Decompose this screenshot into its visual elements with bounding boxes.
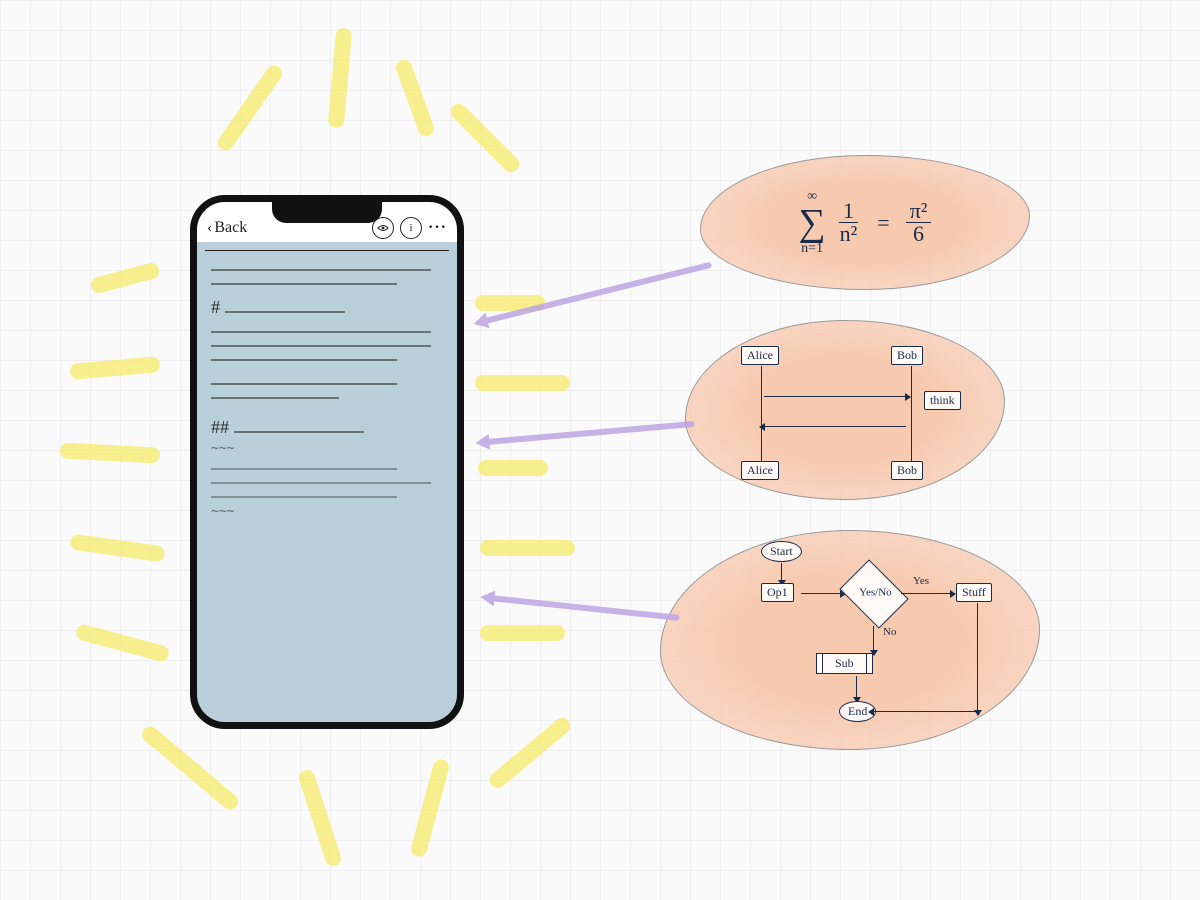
message-arrow bbox=[764, 396, 906, 397]
basel-formula: ∞ ∑ n=1 1 n² = π² 6 bbox=[701, 156, 1029, 289]
flowchart-bubble: Start Op1 Yes/No Yes Stuff No Sub End bbox=[660, 530, 1040, 750]
flow-arrow bbox=[901, 593, 951, 594]
document-content[interactable]: # ## ~~~ ~~~ bbox=[197, 251, 457, 525]
subprocess-node: Sub bbox=[816, 653, 873, 674]
ray bbox=[487, 715, 574, 792]
info-icon[interactable]: i bbox=[400, 217, 422, 239]
text-line bbox=[211, 353, 397, 361]
process-node: Stuff bbox=[956, 583, 992, 602]
participant-box: Alice bbox=[741, 346, 779, 365]
ray bbox=[480, 625, 565, 641]
text-line bbox=[211, 325, 431, 333]
participant-box: Bob bbox=[891, 461, 923, 480]
ray bbox=[480, 540, 575, 556]
connector-arrow bbox=[483, 262, 712, 325]
yes-label: Yes bbox=[913, 575, 929, 587]
equals-sign: = bbox=[871, 210, 895, 236]
ray bbox=[215, 62, 285, 153]
hash-prefix: # bbox=[211, 297, 220, 317]
text-line bbox=[211, 277, 397, 285]
heading-1: # bbox=[211, 297, 443, 319]
no-label: No bbox=[883, 626, 896, 638]
text-line bbox=[211, 377, 397, 385]
connector-arrow bbox=[485, 421, 695, 445]
sigma-icon: ∞ ∑ n=1 bbox=[799, 190, 826, 256]
ray bbox=[475, 375, 570, 391]
code-line bbox=[211, 462, 397, 470]
lifeline bbox=[761, 366, 762, 471]
flow-arrow bbox=[873, 711, 977, 712]
ray bbox=[409, 758, 450, 859]
lifeline bbox=[911, 366, 912, 471]
flow-arrow bbox=[856, 676, 857, 698]
process-node: Op1 bbox=[761, 583, 794, 602]
participant-box: Bob bbox=[891, 346, 923, 365]
code-fence: ~~~ bbox=[211, 441, 443, 456]
code-line bbox=[211, 476, 431, 484]
ray bbox=[89, 261, 161, 295]
code-fence: ~~~ bbox=[211, 504, 443, 519]
participant-box: Alice bbox=[741, 461, 779, 480]
note-box: think bbox=[924, 391, 961, 410]
ray bbox=[60, 442, 161, 463]
heading-text bbox=[225, 305, 345, 313]
sequence-diagram: Alice Bob think Alice Bob bbox=[686, 321, 1004, 499]
rhs-fraction: π² 6 bbox=[906, 200, 932, 245]
formula-bubble: ∞ ∑ n=1 1 n² = π² 6 bbox=[700, 155, 1030, 290]
ray bbox=[478, 460, 548, 476]
text-line bbox=[211, 263, 431, 271]
phone-screen: ‹ Back i ··· # # bbox=[197, 202, 457, 722]
connector-arrow bbox=[490, 595, 680, 621]
ray bbox=[75, 623, 171, 663]
chevron-left-icon: ‹ bbox=[207, 219, 212, 237]
code-line bbox=[211, 490, 397, 498]
back-label: Back bbox=[214, 219, 247, 237]
ray bbox=[394, 58, 436, 139]
more-icon[interactable]: ··· bbox=[428, 219, 447, 237]
decision-node: Yes/No bbox=[839, 559, 908, 628]
flow-arrow bbox=[873, 626, 874, 651]
ray bbox=[69, 356, 160, 380]
lhs-fraction: 1 n² bbox=[836, 200, 862, 245]
ray bbox=[328, 27, 353, 128]
heading-2: ## bbox=[211, 417, 443, 439]
start-node: Start bbox=[761, 541, 802, 562]
message-arrow bbox=[764, 426, 906, 427]
flow-arrow bbox=[781, 563, 782, 581]
back-button[interactable]: ‹ Back bbox=[207, 219, 247, 237]
flow-arrow bbox=[977, 603, 978, 711]
sequence-bubble: Alice Bob think Alice Bob bbox=[685, 320, 1005, 500]
heading-text bbox=[234, 425, 364, 433]
ray bbox=[297, 768, 343, 868]
flow-arrow bbox=[801, 593, 841, 594]
ray bbox=[448, 101, 523, 176]
phone-frame: ‹ Back i ··· # # bbox=[190, 195, 464, 729]
phone-notch bbox=[272, 199, 382, 223]
text-line bbox=[211, 339, 431, 347]
flowchart: Start Op1 Yes/No Yes Stuff No Sub End bbox=[661, 531, 1039, 749]
text-line bbox=[211, 391, 339, 399]
ray bbox=[139, 723, 241, 812]
ray bbox=[69, 533, 165, 562]
hash-prefix: ## bbox=[211, 417, 229, 437]
